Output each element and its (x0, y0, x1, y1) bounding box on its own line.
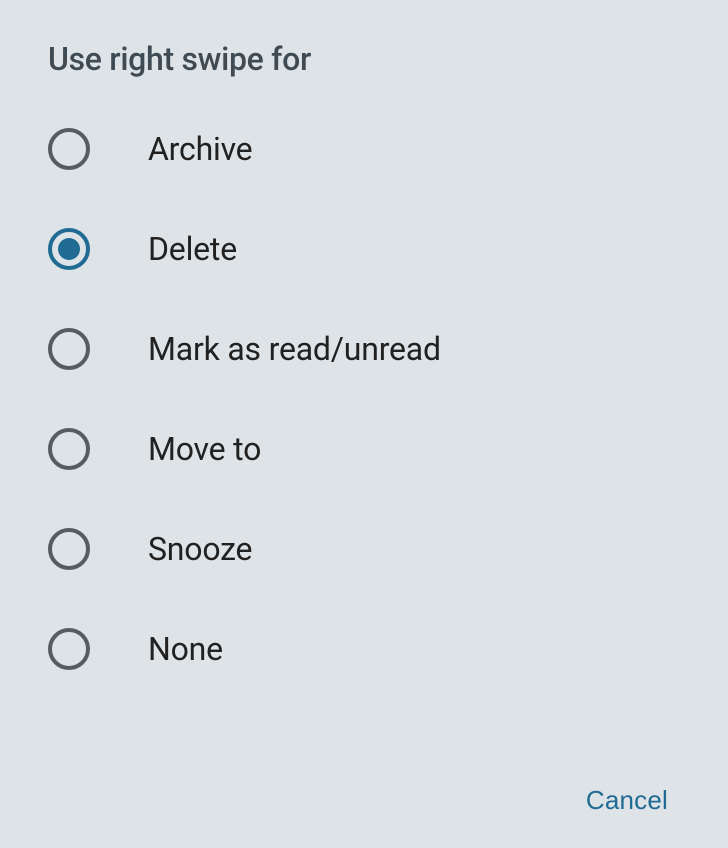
radio-option-mark-read-unread[interactable]: Mark as read/unread (48, 328, 680, 370)
radio-icon (48, 628, 90, 670)
radio-icon (48, 128, 90, 170)
radio-option-delete[interactable]: Delete (48, 228, 680, 270)
radio-label: Move to (148, 430, 261, 468)
radio-icon (48, 328, 90, 370)
cancel-button[interactable]: Cancel (574, 777, 680, 824)
radio-option-move-to[interactable]: Move to (48, 428, 680, 470)
dialog-title: Use right swipe for (48, 40, 680, 78)
options-list: Archive Delete Mark as read/unread Move … (48, 128, 680, 670)
radio-option-archive[interactable]: Archive (48, 128, 680, 170)
radio-icon (48, 428, 90, 470)
radio-label: Mark as read/unread (148, 330, 441, 368)
radio-label: Snooze (148, 530, 252, 568)
radio-inner-dot (58, 238, 80, 260)
radio-icon (48, 528, 90, 570)
radio-option-none[interactable]: None (48, 628, 680, 670)
radio-icon-selected (48, 228, 90, 270)
radio-option-snooze[interactable]: Snooze (48, 528, 680, 570)
radio-label: None (148, 630, 223, 668)
radio-label: Delete (148, 230, 237, 268)
radio-label: Archive (148, 130, 252, 168)
